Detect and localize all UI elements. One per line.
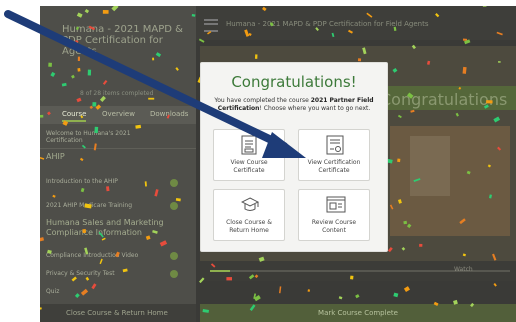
sidebar-item-privacy[interactable]: Privacy & Security Test <box>46 270 115 277</box>
check-icon <box>170 252 178 260</box>
check-icon <box>170 202 178 210</box>
course-sidebar: Humana - 2021 MAPD & PDP Certification f… <box>40 6 196 322</box>
progress-text: 8 of 28 items completed <box>80 90 154 97</box>
top-bar: Humana - 2021 MAPD & PDP Certification f… <box>196 6 516 40</box>
review-course-content-button[interactable]: Review Course Content <box>298 189 370 241</box>
close-course-return-home-button[interactable]: Close Course & Return Home <box>213 189 285 241</box>
breadcrumb: Humana - 2021 MAPD & PDP Certification f… <box>226 20 429 28</box>
divider <box>40 148 196 149</box>
graduation-cap-icon <box>241 197 259 211</box>
sidebar-item-quiz[interactable]: Quiz <box>46 288 59 295</box>
congratulations-dialog: Congratulations! You have completed the … <box>200 62 388 252</box>
sidebar-item-welcome[interactable]: Welcome to Humana's 2021 Certification <box>46 130 156 144</box>
view-certification-certificate-label: View Certification Certificate <box>307 159 361 174</box>
sidebar-item-compliance[interactable]: Compliance Introduction Video <box>46 252 138 259</box>
view-certification-certificate-button[interactable]: View Certification Certificate <box>298 129 370 181</box>
dialog-message-prefix: You have completed the course <box>214 97 309 104</box>
video-banner-text: Congratulations <box>380 90 508 109</box>
close-course-button[interactable]: Close Course & Return Home <box>40 304 196 322</box>
caption-label: Watch <box>454 266 473 273</box>
view-course-certificate-button[interactable]: View Course Certificate <box>213 129 285 181</box>
tab-overview[interactable]: Overview <box>102 110 135 118</box>
mark-complete-button[interactable]: Mark Course Complete <box>200 304 516 322</box>
check-icon <box>170 270 178 278</box>
check-icon <box>170 179 178 187</box>
certificate-award-icon <box>326 135 344 155</box>
mark-complete-label: Mark Course Complete <box>318 309 398 317</box>
tab-downloads[interactable]: Downloads <box>150 110 188 118</box>
dialog-message: You have completed the course 2021 Partn… <box>211 97 377 113</box>
certificate-document-icon <box>241 135 257 155</box>
sidebar-item-ahip-intro[interactable]: Introduction to the AHIP <box>46 178 156 185</box>
video-scene <box>390 126 510 236</box>
menu-icon[interactable] <box>204 19 218 32</box>
section-ahip[interactable]: AHIP <box>46 152 65 162</box>
section-humana[interactable]: Humana Sales and Marketing Compliance In… <box>46 218 186 238</box>
browser-content-icon <box>326 196 346 213</box>
dialog-message-suffix: ! Choose where you want to go next. <box>259 105 371 112</box>
tab-course[interactable]: Course <box>62 110 87 122</box>
close-course-return-home-label: Close Course & Return Home <box>226 219 272 234</box>
review-course-content-label: Review Course Content <box>311 219 357 234</box>
close-course-label: Close Course & Return Home <box>66 309 168 317</box>
course-title: Humana - 2021 MAPD & PDP Certification f… <box>62 24 183 57</box>
sidebar-tabs: Course Overview Downloads <box>40 106 196 124</box>
dialog-title: Congratulations! <box>231 73 357 91</box>
sidebar-item-ahip-training[interactable]: 2021 AHIP Medicare Training <box>46 202 132 209</box>
view-course-certificate-label: View Course Certificate <box>230 159 268 174</box>
